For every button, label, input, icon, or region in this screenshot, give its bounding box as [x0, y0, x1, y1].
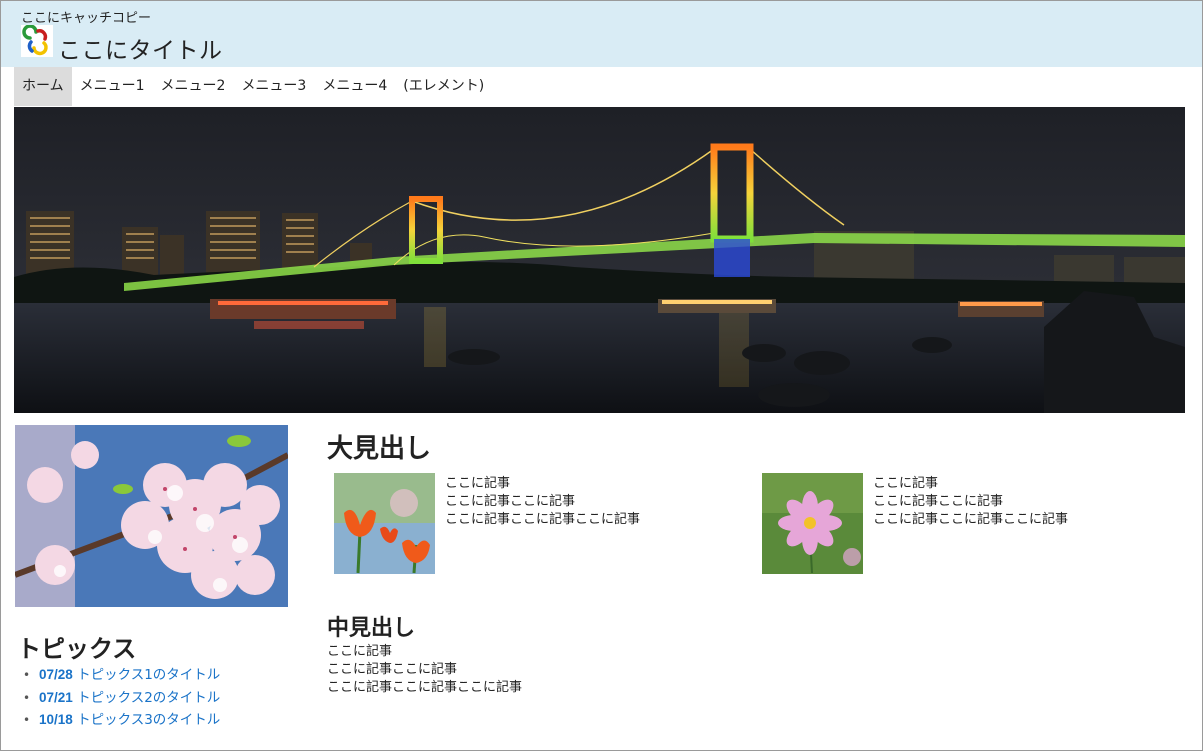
- list-item[interactable]: 07/28 トピックス1のタイトル: [21, 666, 220, 689]
- article-line: ここに記事ここに記事ここに記事: [873, 512, 1069, 527]
- nav-item-menu1[interactable]: メニュー1: [72, 67, 153, 106]
- topic-date: 07/21: [39, 689, 73, 705]
- list-item[interactable]: 07/21 トピックス2のタイトル: [21, 689, 220, 712]
- body-text: ここに記事 ここに記事ここに記事 ここに記事ここに記事ここに記事: [327, 643, 522, 697]
- medium-heading: 中見出し: [327, 616, 416, 641]
- topic-link[interactable]: 10/18 トピックス3のタイトル: [39, 712, 220, 728]
- article-line: ここに記事ここに記事: [873, 494, 1004, 509]
- hero-image: [14, 107, 1185, 413]
- site-logo-icon[interactable]: [21, 24, 53, 57]
- main-nav: ホーム メニュー1 メニュー2 メニュー3 メニュー4 (エレメント): [14, 67, 492, 106]
- topic-title: トピックス3のタイトル: [77, 712, 221, 728]
- article-thumbnail: [762, 473, 863, 574]
- nav-item-menu4[interactable]: メニュー4: [314, 67, 395, 106]
- article-line: ここに記事: [873, 476, 939, 491]
- topic-link[interactable]: 07/21 トピックス2のタイトル: [39, 690, 220, 706]
- topic-title: トピックス2のタイトル: [77, 689, 221, 706]
- nav-item-menu3[interactable]: メニュー3: [233, 67, 314, 106]
- article-card: ここに記事 ここに記事ここに記事 ここに記事ここに記事ここに記事: [762, 473, 1068, 574]
- topic-title: トピックス1のタイトル: [77, 667, 221, 683]
- topic-link[interactable]: 07/28 トピックス1のタイトル: [39, 667, 220, 683]
- nav-item-menu2[interactable]: メニュー2: [153, 67, 234, 106]
- topics-heading: トピックス: [17, 635, 137, 663]
- article-thumbnail: [334, 473, 435, 574]
- body-line: ここに記事ここに記事: [327, 662, 458, 677]
- sidebar-image: [15, 425, 288, 607]
- topic-date: 10/18: [39, 712, 73, 727]
- catch-copy: ここにキャッチコピー: [21, 11, 152, 26]
- topics-list: 07/28 トピックス1のタイトル 07/21 トピックス2のタイトル 10/1…: [21, 666, 220, 734]
- article-card: ここに記事 ここに記事ここに記事 ここに記事ここに記事ここに記事: [334, 473, 640, 574]
- site-header: ここにキャッチコピー ここにタイトル: [1, 1, 1202, 67]
- body-line: ここに記事: [327, 644, 393, 659]
- list-item[interactable]: 10/18 トピックス3のタイトル: [21, 711, 220, 734]
- body-line: ここに記事ここに記事ここに記事: [327, 680, 523, 695]
- nav-item-element[interactable]: (エレメント): [395, 67, 492, 106]
- large-heading: 大見出し: [327, 434, 432, 464]
- article-text: ここに記事 ここに記事ここに記事 ここに記事ここに記事ここに記事: [445, 473, 640, 574]
- topic-date: 07/28: [39, 667, 73, 682]
- nav-item-home[interactable]: ホーム: [14, 67, 72, 106]
- article-text: ここに記事 ここに記事ここに記事 ここに記事ここに記事ここに記事: [873, 473, 1068, 574]
- article-line: ここに記事ここに記事ここに記事: [445, 512, 641, 527]
- site-title[interactable]: ここにタイトル: [58, 31, 223, 65]
- article-line: ここに記事: [445, 476, 511, 491]
- article-line: ここに記事ここに記事: [445, 494, 576, 509]
